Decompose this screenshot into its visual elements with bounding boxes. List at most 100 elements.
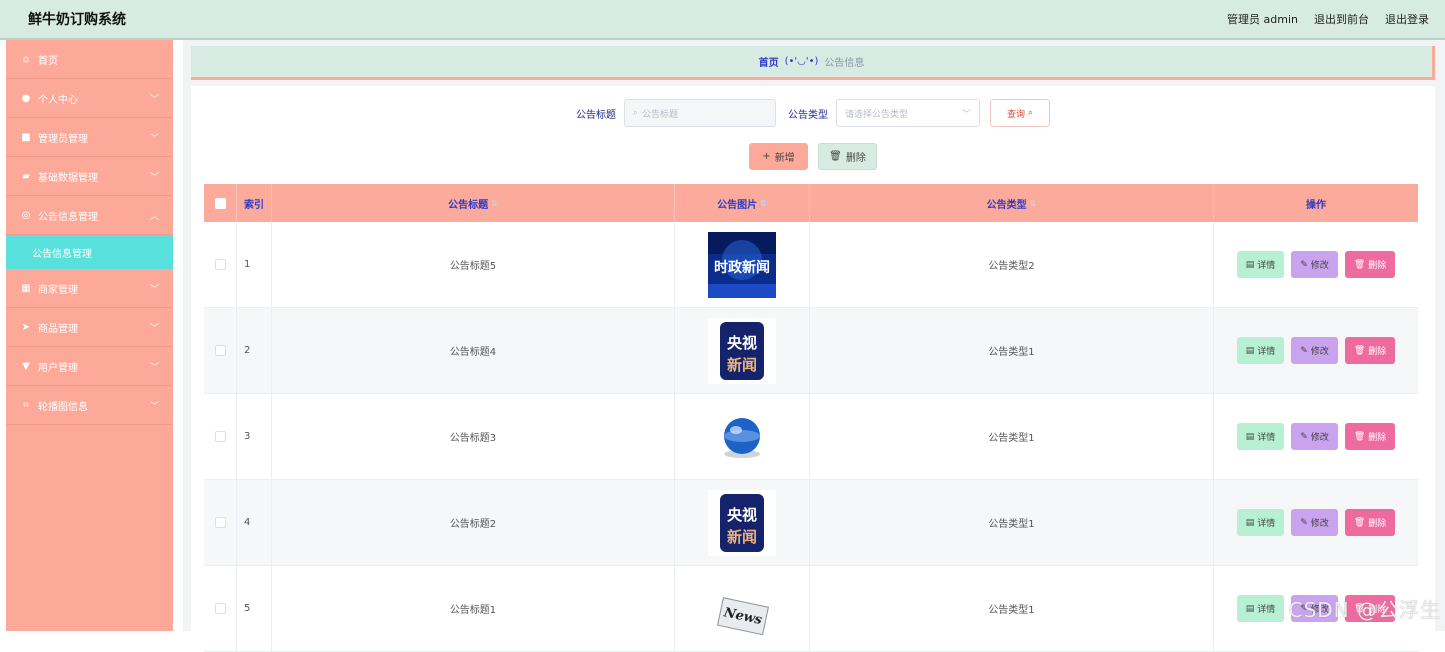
edit-icon: ✎ [1300,518,1308,528]
row-checkbox[interactable] [215,431,226,442]
chevron-up-icon: ︿ [150,209,159,222]
row-checkbox[interactable] [215,517,226,528]
admin-icon: ■ [20,132,32,143]
detail-button[interactable]: ▤详情 [1237,595,1285,622]
header-type[interactable]: 公告类型⇅ [810,184,1214,222]
delete-button[interactable]: 🗑删除 [1345,337,1395,364]
header-image-label: 公告图片 [717,196,757,211]
edit-button[interactable]: ✎修改 [1291,509,1338,536]
edit-button[interactable]: ✎修改 [1291,251,1338,278]
user-icon: ● [20,93,32,104]
row-image-cell: 央视 新闻 [675,480,810,565]
type-select[interactable]: 请选择公告类型 ﹀ [836,99,980,127]
row-checkbox[interactable] [215,603,226,614]
sort-icon: ⇅ [760,199,767,208]
sidebar-item-label: 公告信息管理 [38,208,98,223]
edit-button[interactable]: ✎修改 [1291,337,1338,364]
globe-thumbnail-image [708,404,776,470]
breadcrumb-current: 公告信息 [824,54,864,69]
plus-icon: + [762,151,770,162]
detail-button[interactable]: ▤详情 [1237,251,1285,278]
detail-button[interactable]: ▤详情 [1237,509,1285,536]
header-title-label: 公告标题 [448,196,488,211]
sidebar-item-basedata[interactable]: ▰ 基础数据管理 ﹀ [6,157,173,196]
trash-icon: 🗑 [1354,260,1365,270]
sidebar-item-label: 用户管理 [38,359,78,374]
detail-icon: ▤ [1246,604,1255,614]
thumbnail-caption: 央视 [727,506,757,524]
chevron-down-icon: ﹀ [150,170,159,183]
detail-icon: ▤ [1246,346,1255,356]
detail-button[interactable]: ▤详情 [1237,423,1285,450]
row-image-cell [675,394,810,479]
sidebar-item-admin[interactable]: ■ 管理员管理 ﹀ [6,118,173,157]
header-image[interactable]: 公告图片⇅ [675,184,810,222]
thumbnail-caption: 新闻 [727,528,757,546]
row-checkbox[interactable] [215,259,226,270]
users-icon: ▼ [20,361,32,372]
sort-icon: ⇅ [491,199,498,208]
row-index: 4 [237,480,272,565]
delete-button[interactable]: 🗑删除 [1345,423,1395,450]
action-row: + 新增 🗑 删除 [191,143,1435,170]
logout-link[interactable]: 退出登录 [1385,11,1429,27]
detail-label: 详情 [1257,516,1275,529]
delete-label: 删除 [1368,430,1386,443]
sidebar-item-carousel[interactable]: ⌗ 轮播图信息 ﹀ [6,386,173,425]
delete-label: 删除 [1368,516,1386,529]
title-search-input[interactable]: ⌕ 公告标题 [624,99,776,127]
sidebar-item-notice[interactable]: ◎ 公告信息管理 ︿ [6,196,173,235]
chevron-down-icon: ﹀ [150,92,159,105]
sort-icon: ⇅ [1030,199,1037,208]
notice-icon: ◎ [20,210,32,221]
edit-icon: ✎ [1300,260,1308,270]
app-title: 鲜牛奶订购系统 [28,9,126,29]
row-actions: ▤详情 ✎修改 🗑删除 [1214,222,1418,307]
row-title: 公告标题1 [272,566,675,651]
sidebar-subitem-notice-manage[interactable]: 公告信息管理 [6,235,173,269]
search-icon: ⌕ [633,108,638,118]
batch-delete-button[interactable]: 🗑 删除 [818,143,877,170]
header-type-label: 公告类型 [987,196,1027,211]
edit-icon: ✎ [1300,432,1308,442]
sidebar-item-personal[interactable]: ● 个人中心 ﹀ [6,79,173,118]
thumbnail-caption: 新闻 [727,356,757,374]
trash-icon: 🗑 [1354,518,1365,528]
query-button[interactable]: 查询 ⌕ [990,99,1050,127]
row-image-cell: 央视 新闻 [675,308,810,393]
home-icon: ⌂ [20,54,32,65]
sidebar-item-goods[interactable]: ➤ 商品管理 ﹀ [6,308,173,347]
trash-icon: 🗑 [829,151,842,162]
sidebar-item-merchant[interactable]: ▦ 商家管理 ﹀ [6,269,173,308]
delete-button[interactable]: 🗑删除 [1345,251,1395,278]
crop-icon: ⌗ [20,400,32,411]
sidebar-item-home[interactable]: ⌂ 首页 [6,40,173,79]
trash-icon: 🗑 [1354,432,1365,442]
detail-button[interactable]: ▤详情 [1237,337,1285,364]
top-actions: 管理员 admin 退出到前台 退出登录 [1227,11,1429,27]
edit-button[interactable]: ✎修改 [1291,423,1338,450]
current-user-label: 管理员 admin [1227,11,1298,27]
select-all-checkbox[interactable] [215,198,226,209]
detail-label: 详情 [1257,344,1275,357]
row-index: 3 [237,394,272,479]
add-button[interactable]: + 新增 [749,143,808,170]
edit-label: 修改 [1311,258,1329,271]
row-index: 1 [237,222,272,307]
news-thumbnail-image: 时政新闻 [708,232,776,298]
chevron-down-icon: ﹀ [150,399,159,412]
sidebar-item-users[interactable]: ▼ 用户管理 ﹀ [6,347,173,386]
main-area: 首页 (•'◡'•) 公告信息 公告标题 ⌕ 公告标题 公告类型 请选择公告类型… [183,40,1445,631]
row-checkbox-cell [204,222,237,307]
header-title[interactable]: 公告标题⇅ [272,184,675,222]
breadcrumb-home[interactable]: 首页 [759,54,779,69]
sidebar-item-label: 商品管理 [38,320,78,335]
delete-button[interactable]: 🗑删除 [1345,509,1395,536]
row-checkbox[interactable] [215,345,226,356]
detail-icon: ▤ [1246,518,1255,528]
table-header: 索引 公告标题⇅ 公告图片⇅ 公告类型⇅ 操作 [204,184,1418,222]
edit-icon: ✎ [1300,346,1308,356]
thumbnail-caption: 时政新闻 [714,259,770,276]
chevron-down-icon: ﹀ [150,360,159,373]
exit-to-front-link[interactable]: 退出到前台 [1314,11,1369,27]
